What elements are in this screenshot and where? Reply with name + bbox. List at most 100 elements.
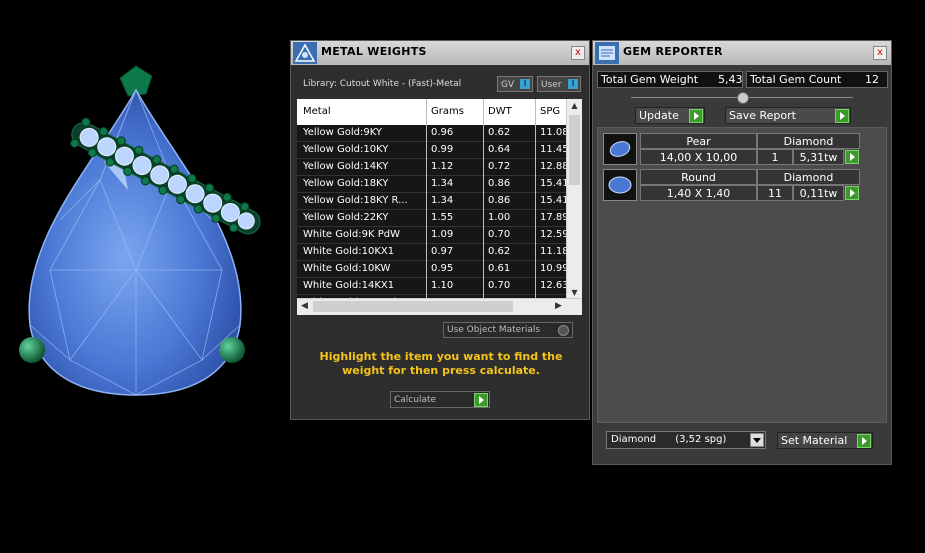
gem-list: Pear Diamond 14,00 X 10,00 1 5,31tw Roun…	[597, 127, 887, 423]
calculate-button[interactable]: Calculate	[390, 391, 490, 408]
total-gem-count-field: Total Gem Count 12	[746, 71, 888, 88]
pear-gem-render	[19, 65, 261, 396]
dwt-cell: 0.70	[488, 280, 511, 291]
grams-cell: 1.55	[431, 212, 454, 223]
metal-weights-titlebar[interactable]: METAL WEIGHTS x	[291, 41, 589, 65]
grams-cell: 0.99	[431, 144, 454, 155]
use-object-materials-option[interactable]: Use Object Materials	[443, 322, 573, 338]
total-gem-weight-field: Total Gem Weight 5,43	[597, 71, 743, 88]
table-row[interactable]: Yellow Gold:10KY 0.99 0.64 11.45	[297, 142, 569, 159]
user-toggle[interactable]: User I	[537, 76, 581, 92]
gv-label: GV	[501, 80, 515, 90]
total-gem-count-label: Total Gem Count	[750, 73, 842, 86]
gem-row[interactable]: Pear Diamond 14,00 X 10,00 1 5,31tw	[603, 133, 860, 167]
material-select-value: Diamond (3,52 spg)	[611, 434, 727, 445]
close-icon[interactable]: x	[873, 46, 887, 60]
metal-name-cell: Yellow Gold:14KY	[303, 161, 389, 172]
metal-table-body: Yellow Gold:9KY 0.96 0.62 11.08 Yellow Gold:…	[297, 125, 569, 312]
metal-table-header: Metal Grams DWT SPG	[297, 99, 567, 125]
metal-name-cell: Yellow Gold:18KY	[303, 178, 389, 189]
table-row[interactable]: White Gold:14KX1 1.10 0.70 12.63	[297, 278, 569, 295]
dwt-cell: 0.62	[488, 127, 511, 138]
table-row[interactable]: Yellow Gold:18KY 1.34 0.86 15.41	[297, 176, 569, 193]
play-icon[interactable]	[845, 186, 859, 200]
horizontal-scrollbar[interactable]: ◀ ▶	[297, 298, 582, 315]
instruction-text: Highlight the item you want to find the …	[319, 350, 563, 377]
total-gem-weight-value: 5,43	[718, 73, 743, 86]
chevron-down-icon[interactable]	[750, 433, 764, 447]
play-icon[interactable]	[845, 150, 859, 164]
pear-gem-thumbnail-icon	[603, 133, 637, 165]
grams-cell: 0.97	[431, 246, 454, 257]
grams-cell: 1.34	[431, 195, 454, 206]
metal-name-cell: Yellow Gold:22KY	[303, 212, 389, 223]
gem-shape: Pear	[640, 133, 757, 149]
update-button[interactable]: Update	[635, 107, 705, 124]
col-dwt[interactable]: DWT	[488, 106, 512, 117]
user-indicator: I	[568, 79, 578, 89]
3d-viewport[interactable]	[0, 40, 288, 440]
total-gem-weight-label: Total Gem Weight	[601, 73, 699, 86]
play-icon[interactable]	[835, 109, 849, 123]
table-row[interactable]: Yellow Gold:9KY 0.96 0.62 11.08	[297, 125, 569, 142]
metal-name-cell: Yellow Gold:10KY	[303, 144, 389, 155]
close-icon[interactable]: x	[571, 46, 585, 60]
set-material-label: Set Material	[781, 434, 848, 447]
gem-reporter-titlebar[interactable]: GEM REPORTER x	[593, 41, 891, 65]
table-row[interactable]: Yellow Gold:14KY 1.12 0.72 12.88	[297, 159, 569, 176]
grams-cell: 1.09	[431, 229, 454, 240]
dwt-cell: 0.86	[488, 195, 511, 206]
col-metal[interactable]: Metal	[303, 106, 331, 117]
metal-name-cell: Yellow Gold:9KY	[303, 127, 382, 138]
table-row[interactable]: White Gold:10KX1 0.97 0.62 11.18	[297, 244, 569, 261]
grams-cell: 0.95	[431, 263, 454, 274]
gem-reporter-icon	[595, 42, 619, 64]
metal-weights-title: METAL WEIGHTS	[321, 45, 427, 58]
metal-weights-panel: METAL WEIGHTS x Library: Cutout White - …	[290, 40, 590, 420]
play-icon[interactable]	[689, 109, 703, 123]
col-grams[interactable]: Grams	[431, 106, 464, 117]
gem-row[interactable]: Round Diamond 1,40 X 1,40 11 0,11tw	[603, 169, 860, 203]
round-gem-thumbnail-icon	[603, 169, 637, 201]
scroll-right-icon[interactable]: ▶	[555, 301, 562, 311]
gem-weight: 5,31tw	[793, 149, 844, 165]
metal-name-cell: Yellow Gold:18KY R...	[303, 195, 408, 206]
metal-weights-icon	[293, 42, 317, 64]
gem-count: 11	[757, 185, 793, 201]
gem-shape: Round	[640, 169, 757, 185]
table-row[interactable]: Yellow Gold:18KY R... 1.34 0.86 15.41	[297, 193, 569, 210]
table-row[interactable]: White Gold:10KW 0.95 0.61 10.99	[297, 261, 569, 278]
radio-icon[interactable]	[558, 325, 569, 336]
table-row[interactable]: White Gold:9K PdW 1.09 0.70 12.59	[297, 227, 569, 244]
dwt-cell: 0.72	[488, 161, 511, 172]
col-spg[interactable]: SPG	[540, 106, 560, 117]
dwt-cell: 0.86	[488, 178, 511, 189]
hscroll-thumb[interactable]	[313, 301, 513, 312]
set-material-button[interactable]: Set Material	[777, 432, 873, 449]
scroll-left-icon[interactable]: ◀	[301, 301, 308, 311]
metal-table[interactable]: Metal Grams DWT SPG Yellow Gold:9KY 0.96 0…	[297, 99, 582, 315]
save-report-label: Save Report	[729, 109, 796, 122]
update-label: Update	[639, 109, 679, 122]
save-report-button[interactable]: Save Report	[725, 107, 851, 124]
gv-toggle[interactable]: GV I	[497, 76, 533, 92]
material-select[interactable]: Diamond (3,52 spg)	[606, 431, 766, 449]
table-row[interactable]: Yellow Gold:22KY 1.55 1.00 17.89	[297, 210, 569, 227]
scroll-down-icon[interactable]: ▼	[567, 288, 582, 297]
gem-weight: 0,11tw	[793, 185, 844, 201]
total-gem-count-value: 12	[865, 73, 879, 86]
metal-name-cell: White Gold:10KW	[303, 263, 391, 274]
vertical-scrollbar[interactable]: ▲ ▼	[566, 99, 582, 299]
gem-material: Diamond	[757, 133, 860, 149]
grams-cell: 1.34	[431, 178, 454, 189]
slider-knob[interactable]	[737, 92, 749, 104]
gem-reporter-title: GEM REPORTER	[623, 45, 723, 58]
user-label: User	[541, 80, 562, 90]
play-icon[interactable]	[474, 393, 488, 407]
scroll-thumb[interactable]	[569, 115, 580, 185]
calculate-label: Calculate	[394, 395, 437, 405]
play-icon[interactable]	[857, 434, 871, 448]
dwt-cell: 0.64	[488, 144, 511, 155]
metal-name-cell: White Gold:14KX1	[303, 280, 395, 291]
scroll-up-icon[interactable]: ▲	[567, 101, 582, 110]
